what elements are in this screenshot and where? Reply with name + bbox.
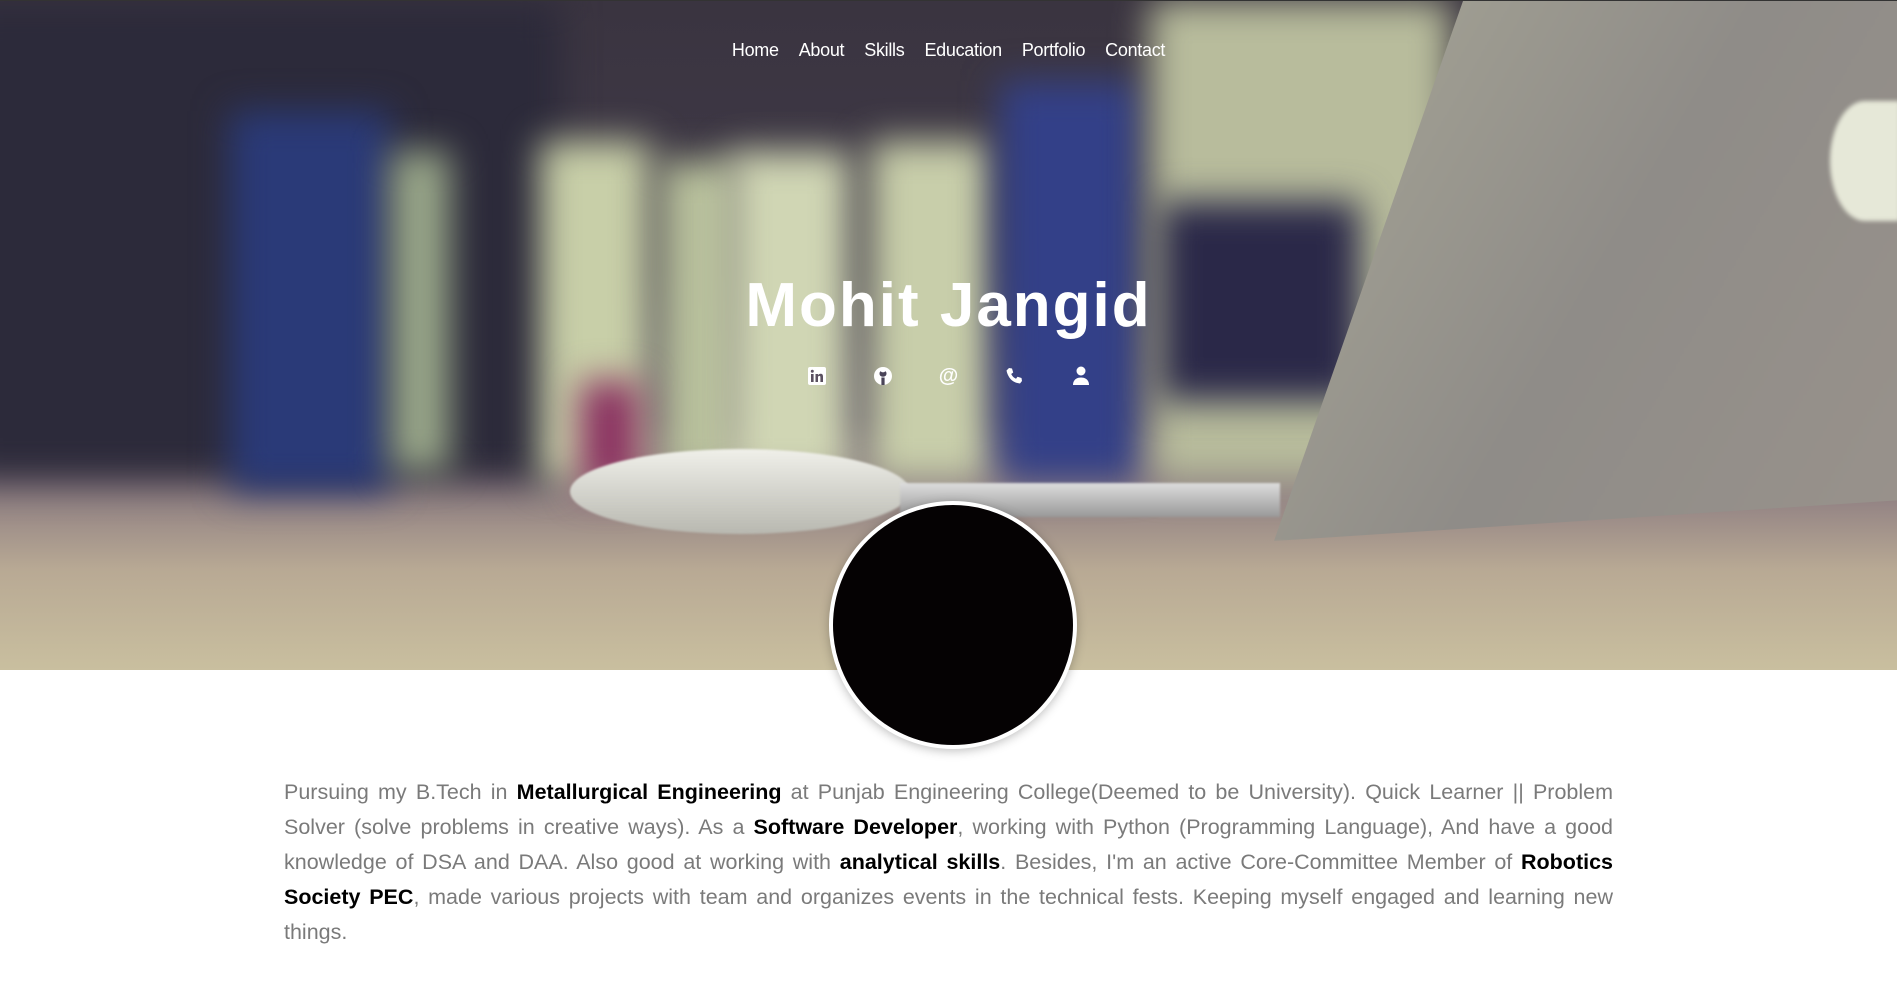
bio-text: Pursuing my B.Tech in	[284, 780, 517, 804]
profile-avatar	[829, 501, 1077, 749]
mouse-image	[570, 449, 910, 534]
bio-highlight: Metallurgical Engineering	[516, 780, 782, 804]
apple-logo	[1830, 101, 1897, 221]
nav-contact[interactable]: Contact	[1105, 40, 1165, 61]
nav-education[interactable]: Education	[924, 40, 1002, 61]
nav-portfolio[interactable]: Portfolio	[1022, 40, 1086, 61]
bio-paragraph: Pursuing my B.Tech in Metallurgical Engi…	[284, 775, 1613, 950]
social-links: @	[0, 364, 1897, 388]
github-icon[interactable]	[873, 364, 893, 388]
bio-text: , made various projects with team and or…	[284, 885, 1613, 944]
linkedin-icon[interactable]	[807, 364, 827, 388]
bio-highlight: Software Developer	[753, 815, 958, 839]
main-nav: Home About Skills Education Portfolio Co…	[0, 40, 1897, 61]
nav-home[interactable]: Home	[732, 40, 779, 61]
phone-icon[interactable]	[1005, 364, 1025, 388]
bio-highlight: analytical skills	[839, 850, 1001, 874]
bio-text: . Besides, I'm an active Core-Committee …	[1000, 850, 1522, 874]
page-title: Mohit Jangid	[745, 271, 1152, 340]
email-at-icon[interactable]: @	[939, 364, 959, 388]
nav-about[interactable]: About	[799, 40, 845, 61]
user-icon[interactable]	[1071, 364, 1091, 388]
nav-skills[interactable]: Skills	[864, 40, 905, 61]
